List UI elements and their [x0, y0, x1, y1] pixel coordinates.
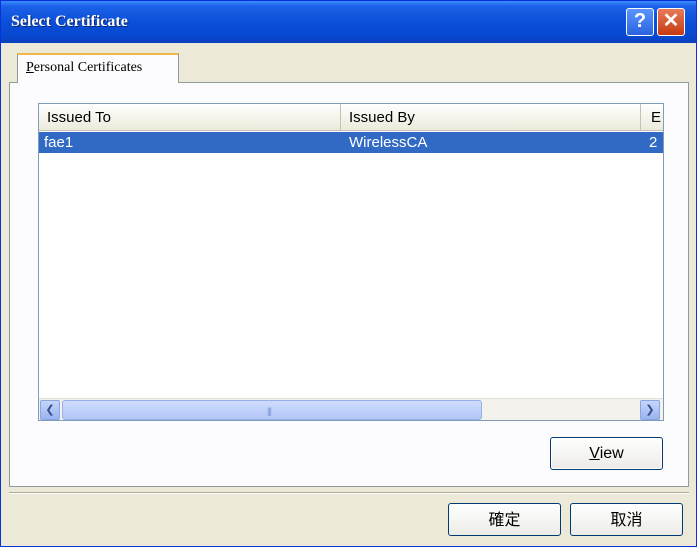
view-button[interactable]: View — [550, 437, 663, 470]
view-label-rest: iew — [599, 445, 624, 462]
scroll-right-icon[interactable]: ❯ — [640, 400, 660, 420]
certificate-list[interactable]: Issued To Issued By E fae1 WirelessCA 2 … — [38, 103, 664, 421]
table-row[interactable]: fae1 WirelessCA 2 — [39, 132, 663, 153]
scroll-left-icon[interactable]: ❮ — [40, 400, 60, 420]
close-button[interactable]: ✕ — [657, 8, 685, 36]
select-certificate-dialog: Select Certificate ? ✕ Personal Certific… — [0, 0, 697, 547]
ok-button[interactable]: 確定 — [448, 503, 561, 536]
scroll-thumb[interactable]: ||| — [62, 400, 482, 420]
title-bar[interactable]: Select Certificate ? ✕ — [1, 1, 696, 43]
cancel-button[interactable]: 取消 — [570, 503, 683, 536]
scroll-grip-icon: ||| — [267, 406, 272, 416]
window-title: Select Certificate — [11, 13, 128, 30]
tab-label-mnemonic: P — [26, 60, 34, 75]
cell-issued-to: fae1 — [44, 134, 74, 151]
tab-personal-certificates[interactable]: Personal Certificates — [17, 53, 179, 83]
list-header: Issued To Issued By E — [39, 104, 663, 131]
view-mnemonic: V — [589, 445, 600, 462]
horizontal-scrollbar[interactable]: ❮ ||| ❯ — [39, 398, 663, 420]
column-header-issued-to[interactable]: Issued To — [39, 104, 341, 130]
help-button[interactable]: ? — [626, 8, 654, 36]
tab-label: Personal Certificates — [26, 60, 142, 76]
cell-issued-by: WirelessCA — [349, 134, 428, 151]
divider — [9, 492, 689, 494]
tab-label-rest: ersonal Certificates — [33, 60, 143, 75]
column-header-expiration[interactable]: E — [641, 104, 663, 130]
cell-expiration: 2 — [649, 134, 658, 151]
column-header-issued-by[interactable]: Issued By — [341, 104, 641, 130]
